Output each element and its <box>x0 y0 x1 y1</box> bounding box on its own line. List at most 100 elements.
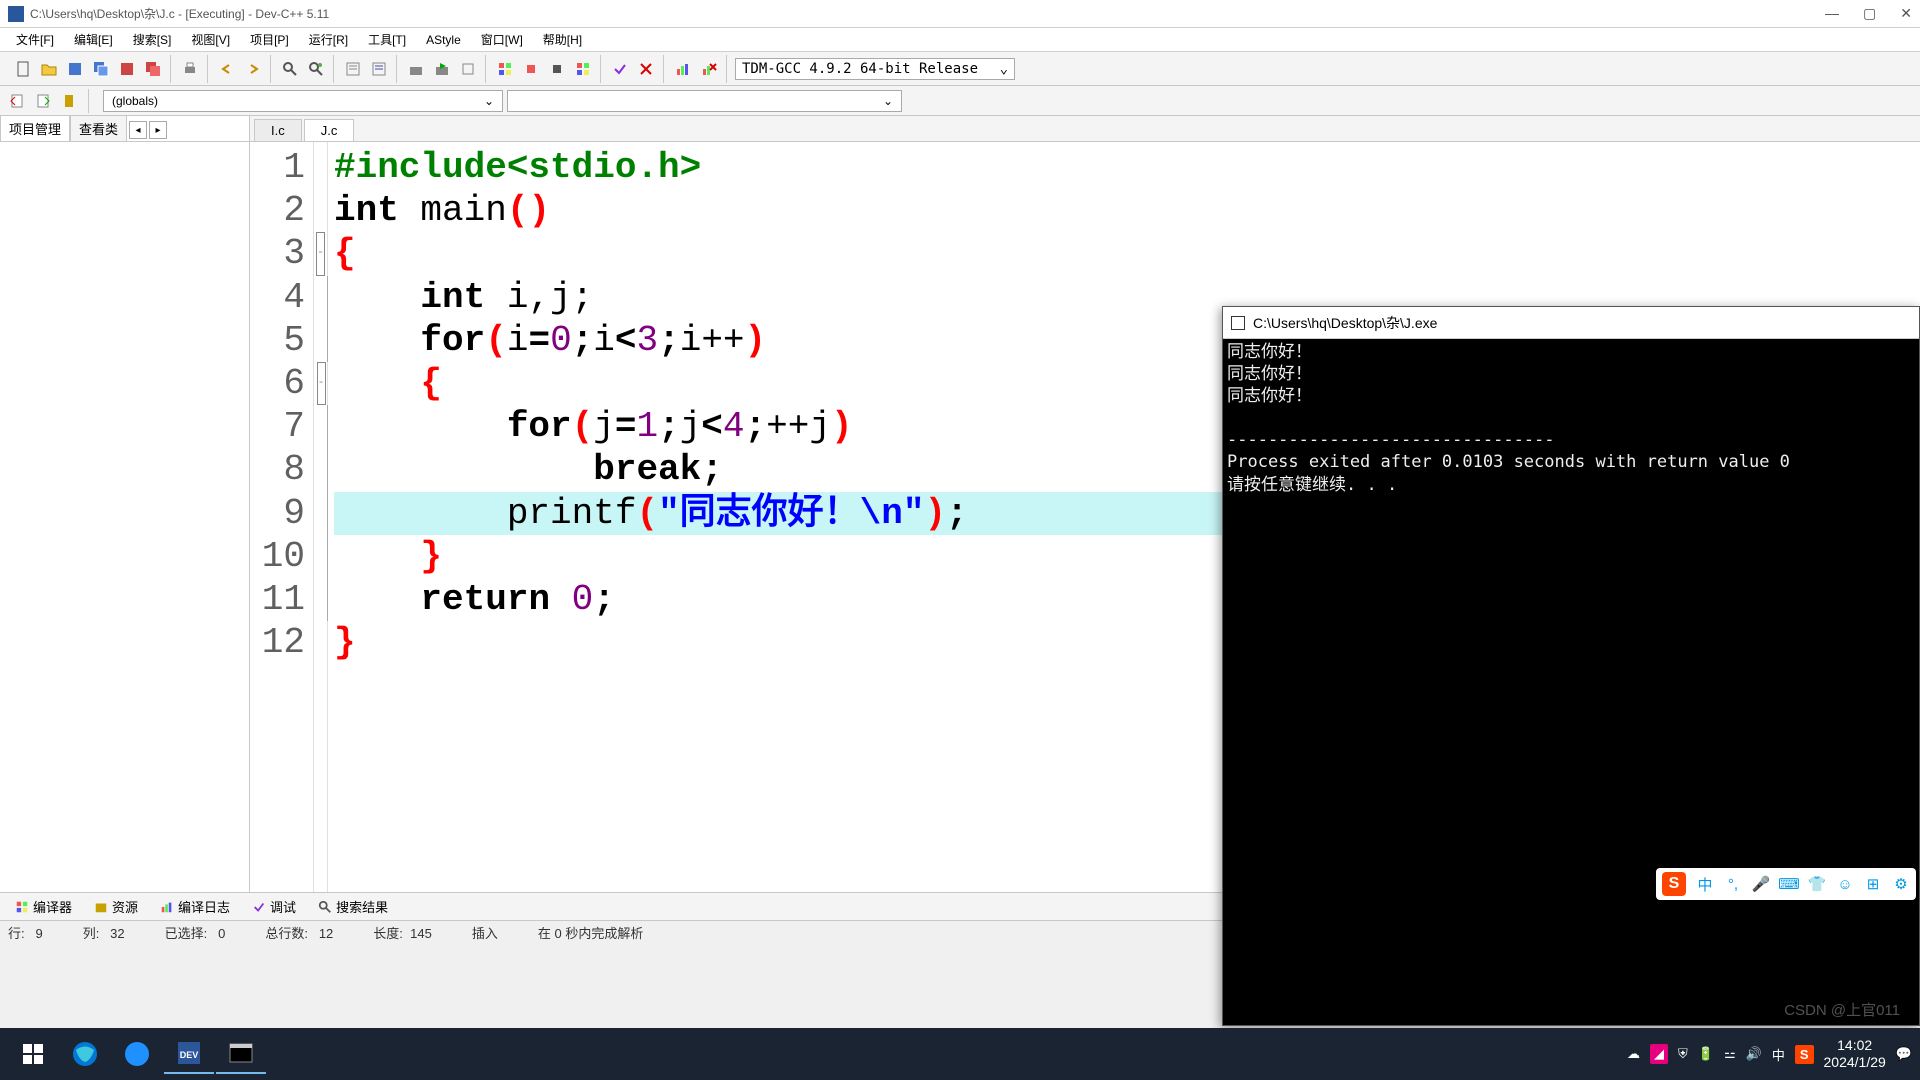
new-project-button[interactable] <box>6 90 28 112</box>
ime-skin-icon[interactable]: 👕 <box>1808 875 1826 893</box>
menu-edit[interactable]: 编辑[E] <box>64 29 123 50</box>
taskbar-console[interactable] <box>216 1034 266 1074</box>
delete-chart-button[interactable] <box>698 58 720 80</box>
console-icon <box>1231 316 1245 330</box>
print-button[interactable] <box>179 58 201 80</box>
menu-search[interactable]: 搜索[S] <box>123 29 182 50</box>
scope-label: (globals) <box>112 94 158 108</box>
tab-project[interactable]: 项目管理 <box>0 115 70 141</box>
open-file-button[interactable] <box>38 58 60 80</box>
sogou-logo-icon[interactable]: S <box>1662 872 1686 896</box>
chevron-down-icon: ⌄ <box>883 94 893 108</box>
tray-app-icon[interactable]: ◢ <box>1650 1044 1668 1064</box>
scope-select[interactable]: (globals) ⌄ <box>103 90 503 112</box>
debug-button[interactable] <box>520 58 542 80</box>
fold-column: - - <box>314 142 328 892</box>
tab-classes[interactable]: 查看类 <box>70 115 127 141</box>
compiler-select[interactable]: TDM-GCC 4.9.2 64-bit Release ⌄ <box>735 58 1015 80</box>
insert-button[interactable] <box>32 90 54 112</box>
replace-button[interactable] <box>305 58 327 80</box>
console-output: 同志你好！ 同志你好！ 同志你好！ ----------------------… <box>1223 339 1919 498</box>
fold-toggle-icon[interactable]: - <box>317 362 326 405</box>
console-title-text: C:\Users\hq\Desktop\杂\J.exe <box>1253 313 1437 333</box>
chart-button[interactable] <box>672 58 694 80</box>
minimize-button[interactable]: — <box>1825 5 1839 22</box>
tab-search-results[interactable]: 搜索结果 <box>309 894 397 919</box>
start-button[interactable] <box>8 1034 58 1074</box>
cancel-button[interactable] <box>635 58 657 80</box>
close-button[interactable]: ✕ <box>1900 5 1912 22</box>
tray-clock[interactable]: 14:02 2024/1/29 <box>1824 1037 1886 1071</box>
tab-resources[interactable]: 资源 <box>85 894 147 919</box>
console-window[interactable]: C:\Users\hq\Desktop\杂\J.exe 同志你好！ 同志你好！ … <box>1222 306 1920 1026</box>
close-tab-button[interactable] <box>116 58 138 80</box>
member-select[interactable]: ⌄ <box>507 90 902 112</box>
tray-notifications-icon[interactable]: 💬 <box>1896 1046 1912 1062</box>
left-panel: 项目管理 查看类 ◂ ▸ <box>0 116 250 892</box>
tab-debug[interactable]: 调试 <box>243 894 305 919</box>
menu-window[interactable]: 窗口[W] <box>471 29 533 50</box>
nav-prev-button[interactable]: ◂ <box>129 121 147 139</box>
stop-button[interactable] <box>546 58 568 80</box>
toolbar-main: TDM-GCC 4.9.2 64-bit Release ⌄ <box>0 52 1920 86</box>
taskbar-app-q[interactable] <box>112 1034 162 1074</box>
menu-view[interactable]: 视图[V] <box>181 29 240 50</box>
tray-volume-icon[interactable]: 🔊 <box>1746 1046 1762 1062</box>
close-all-button[interactable] <box>142 58 164 80</box>
save-all-button[interactable] <box>90 58 112 80</box>
save-button[interactable] <box>64 58 86 80</box>
app-icon <box>8 6 24 22</box>
ime-mic-icon[interactable]: 🎤 <box>1752 875 1770 893</box>
fold-toggle-icon[interactable]: - <box>316 232 325 275</box>
chevron-down-icon: ⌄ <box>484 94 494 108</box>
file-tab-ic[interactable]: I.c <box>254 119 302 141</box>
menu-help[interactable]: 帮助[H] <box>533 29 592 50</box>
toolbar-secondary: (globals) ⌄ ⌄ <box>0 86 1920 116</box>
tray-sogou-icon[interactable]: S <box>1795 1045 1814 1064</box>
svg-text:DEV: DEV <box>180 1050 199 1060</box>
compile-run-button[interactable] <box>457 58 479 80</box>
status-mode: 插入 <box>472 923 498 942</box>
menu-file[interactable]: 文件[F] <box>6 29 64 50</box>
tab-compile-log[interactable]: 编译日志 <box>151 894 239 919</box>
menu-tools[interactable]: 工具[T] <box>358 29 416 50</box>
find-button[interactable] <box>279 58 301 80</box>
tab-compiler[interactable]: 编译器 <box>6 894 81 919</box>
ime-settings-icon[interactable]: ⚙ <box>1892 875 1910 893</box>
tray-security-icon[interactable]: ⛨ <box>1678 1046 1688 1062</box>
status-length: 长度: 145 <box>373 923 432 942</box>
ime-keyboard-icon[interactable]: ⌨ <box>1780 875 1798 893</box>
ime-lang-button[interactable]: 中 <box>1696 875 1714 893</box>
tray-cloud-icon[interactable]: ☁ <box>1627 1046 1640 1062</box>
goto-line-button[interactable] <box>342 58 364 80</box>
bookmark-button[interactable] <box>368 58 390 80</box>
ime-toolbar[interactable]: S 中 °, 🎤 ⌨ 👕 ☺ ⊞ ⚙ <box>1656 868 1916 900</box>
run-button[interactable] <box>431 58 453 80</box>
new-file-button[interactable] <box>12 58 34 80</box>
check-button[interactable] <box>609 58 631 80</box>
console-title-bar[interactable]: C:\Users\hq\Desktop\杂\J.exe <box>1223 307 1919 339</box>
menu-run[interactable]: 运行[R] <box>299 29 358 50</box>
tray-ime-indicator[interactable]: 中 <box>1772 1045 1785 1064</box>
menu-bar: 文件[F] 编辑[E] 搜索[S] 视图[V] 项目[P] 运行[R] 工具[T… <box>0 28 1920 52</box>
profile-button[interactable] <box>572 58 594 80</box>
status-row: 行: 9 <box>8 923 43 942</box>
ime-toolbox-icon[interactable]: ⊞ <box>1864 875 1882 893</box>
menu-project[interactable]: 项目[P] <box>240 29 299 50</box>
ime-emoji-icon[interactable]: ☺ <box>1836 875 1854 893</box>
nav-next-button[interactable]: ▸ <box>149 121 167 139</box>
tray-battery-icon[interactable]: 🔋 <box>1698 1046 1714 1062</box>
ime-punct-icon[interactable]: °, <box>1724 875 1742 893</box>
maximize-button[interactable]: ▢ <box>1863 5 1876 22</box>
menu-astyle[interactable]: AStyle <box>416 31 471 49</box>
file-tab-jc[interactable]: J.c <box>304 119 355 141</box>
taskbar-devcpp[interactable]: DEV <box>164 1034 214 1074</box>
status-total-lines: 总行数: 12 <box>265 923 333 942</box>
taskbar-edge[interactable] <box>60 1034 110 1074</box>
compile-button[interactable] <box>405 58 427 80</box>
redo-button[interactable] <box>242 58 264 80</box>
tray-wifi-icon[interactable]: ⚍ <box>1724 1046 1736 1062</box>
undo-button[interactable] <box>216 58 238 80</box>
bookmark-icon-button[interactable] <box>58 90 80 112</box>
rebuild-button[interactable] <box>494 58 516 80</box>
